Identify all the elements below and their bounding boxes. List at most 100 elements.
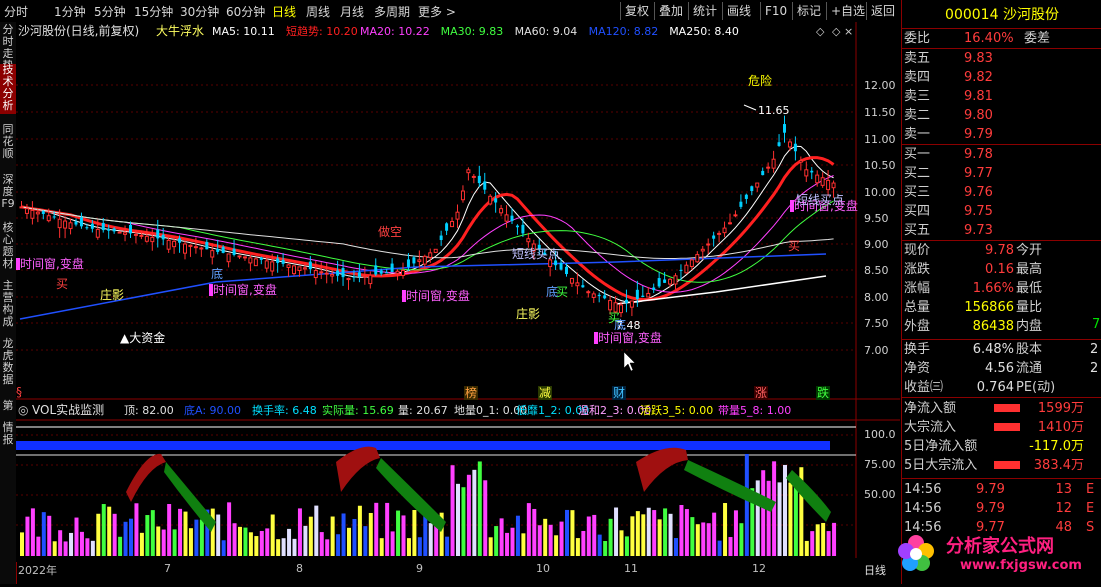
candle-body bbox=[24, 208, 29, 214]
restore-button[interactable]: 复权 bbox=[620, 2, 653, 20]
tab-more[interactable]: 更多 > bbox=[418, 3, 456, 20]
candle-body bbox=[139, 234, 144, 237]
stat-row[interactable]: 净资 4.56 流通 2 bbox=[902, 359, 1101, 378]
tick-row[interactable]: 14:56 9.79 13 E bbox=[902, 480, 1101, 499]
vol-bar bbox=[336, 534, 341, 556]
vol-bar bbox=[456, 483, 460, 556]
vol-bar bbox=[733, 510, 738, 556]
sidebar-tab-ths[interactable]: 同花顺 bbox=[0, 124, 16, 162]
kline-chart-svg[interactable]: 12.00 11.50 11.00 10.50 10.00 9.50 9.00 … bbox=[16, 22, 900, 562]
ask-label: 卖二 bbox=[904, 108, 931, 123]
stat-row[interactable]: 总量 156866 量比 bbox=[902, 298, 1101, 317]
candle-body bbox=[422, 255, 427, 265]
tab-daily[interactable]: 日线 bbox=[272, 3, 296, 20]
vol-bar bbox=[505, 532, 510, 556]
event-tag: 涨 bbox=[755, 385, 767, 400]
candle-body bbox=[374, 265, 378, 275]
bid-row[interactable]: 买四 9.75 bbox=[902, 202, 1101, 221]
vol-bar bbox=[777, 482, 782, 556]
sidebar-tab-intel[interactable]: 情报 bbox=[0, 422, 16, 450]
stat-row[interactable]: 涨跌 0.16 最高 bbox=[902, 260, 1101, 279]
ask-row[interactable]: 卖三 9.81 bbox=[902, 87, 1101, 106]
vol-legend-item: 换手率: 6.48 bbox=[252, 403, 317, 417]
draw-button[interactable]: 画线 bbox=[722, 2, 755, 20]
stat-row[interactable]: 收益㈢ 0.764 PE(动) bbox=[902, 378, 1101, 397]
vol-bar bbox=[674, 538, 678, 556]
stat-label: 最低 bbox=[1016, 281, 1043, 296]
candle-body bbox=[689, 259, 694, 268]
event-tag: 榜 bbox=[465, 385, 477, 400]
vol-bar bbox=[488, 537, 493, 556]
sidebar-tab-lhb[interactable]: 龙虎数据 bbox=[0, 338, 16, 388]
bid-row[interactable]: 买二 9.77 bbox=[902, 164, 1101, 183]
candle-body bbox=[63, 220, 68, 229]
vol-bar bbox=[548, 524, 553, 556]
stat-row[interactable]: 现价 9.78 今开 bbox=[902, 241, 1101, 260]
tab-60min[interactable]: 60分钟 bbox=[226, 3, 265, 20]
stat-row[interactable]: 换手 6.48% 股本 2 bbox=[902, 340, 1101, 359]
ask-row[interactable]: 卖四 9.82 bbox=[902, 68, 1101, 87]
candle-body bbox=[439, 235, 443, 241]
back-button[interactable]: 返回 bbox=[866, 2, 899, 20]
tab-30min[interactable]: 30分钟 bbox=[180, 3, 219, 20]
tab-weekly[interactable]: 周线 bbox=[306, 3, 330, 20]
tab-5min[interactable]: 5分钟 bbox=[94, 3, 126, 20]
add-favorite-button[interactable]: +自选 bbox=[826, 2, 869, 20]
candle-body bbox=[216, 248, 220, 252]
tab-fenshi[interactable]: 分时 bbox=[4, 3, 28, 20]
vol-bar bbox=[690, 517, 695, 556]
flow-row[interactable]: 5日净流入额 -117.0万 bbox=[902, 437, 1101, 456]
flow-row[interactable]: 大宗流入 1410万 bbox=[902, 418, 1101, 437]
vol-bar bbox=[379, 538, 384, 556]
vol-bar bbox=[58, 530, 63, 556]
sidebar-tab-di[interactable]: 第 bbox=[0, 400, 16, 416]
candle-body bbox=[330, 273, 335, 277]
flow-label: 5日净流入额 bbox=[904, 439, 978, 454]
sidebar-tab-depth[interactable]: 深度F9 bbox=[0, 174, 16, 214]
event-tag: 减 bbox=[539, 386, 551, 400]
vol-bar bbox=[723, 503, 728, 556]
stats-button[interactable]: 统计 bbox=[688, 2, 721, 20]
candle-body bbox=[510, 215, 514, 222]
sidebar-tab-tech[interactable]: 技术分析 bbox=[0, 64, 16, 114]
tab-15min[interactable]: 15分钟 bbox=[134, 3, 173, 20]
tick-row[interactable]: 14:56 9.79 12 E bbox=[902, 499, 1101, 518]
mark-button[interactable]: 标记 bbox=[792, 2, 825, 20]
ask-row[interactable]: 卖五 9.83 bbox=[902, 49, 1101, 68]
bid-row[interactable]: 买一 9.78 bbox=[902, 145, 1101, 164]
sidebar-tab-theme[interactable]: 核心题材 bbox=[0, 222, 16, 272]
tab-multi-period[interactable]: 多周期 bbox=[374, 3, 410, 20]
candle-body bbox=[226, 253, 231, 263]
bid-row[interactable]: 买五 9.73 bbox=[902, 221, 1101, 240]
candle-body bbox=[336, 270, 340, 276]
vol-bar bbox=[575, 538, 580, 556]
sidebar-tab-business[interactable]: 主营构成 bbox=[0, 280, 16, 330]
ask-row[interactable]: 卖二 9.80 bbox=[902, 106, 1101, 125]
overlay-button[interactable]: 叠加 bbox=[654, 2, 687, 20]
f10-button[interactable]: F10 bbox=[760, 2, 791, 20]
vol-bar bbox=[614, 507, 619, 556]
vol-bar bbox=[657, 519, 662, 556]
stat-row[interactable]: 涨幅 1.66% 最低 bbox=[902, 279, 1101, 298]
flow-row[interactable]: 净流入额 1599万 bbox=[902, 399, 1101, 418]
price-tick-label: 9.50 bbox=[864, 212, 889, 225]
vol-bar bbox=[199, 519, 204, 556]
flow-label: 净流入额 bbox=[904, 401, 957, 416]
vol-bar bbox=[821, 522, 826, 556]
bid-row[interactable]: 买三 9.76 bbox=[902, 183, 1101, 202]
date-label: 10 bbox=[536, 562, 550, 575]
kline-chart-area[interactable]: 12.00 11.50 11.00 10.50 10.00 9.50 9.00 … bbox=[16, 22, 900, 562]
stat-row[interactable]: 外盘 86438 内盘 bbox=[902, 317, 1101, 336]
window-label: 时间窗,变盘 bbox=[213, 282, 277, 297]
vol-bar bbox=[107, 506, 112, 556]
tick-side: E bbox=[1086, 501, 1095, 516]
ask-row[interactable]: 卖一 9.79 bbox=[902, 125, 1101, 144]
stat-label: 最高 bbox=[1016, 262, 1043, 277]
flow-row[interactable]: 5日大宗流入 383.4万 bbox=[902, 456, 1101, 475]
indicator-name: 大牛浮水 bbox=[156, 23, 204, 38]
period-toolbar: 分时 1分钟 5分钟 15分钟 30分钟 60分钟 日线 周线 月线 多周期 更… bbox=[0, 0, 900, 23]
tab-monthly[interactable]: 月线 bbox=[340, 3, 364, 20]
vol-bar bbox=[112, 513, 117, 556]
tab-1min[interactable]: 1分钟 bbox=[54, 3, 86, 20]
candle-body bbox=[237, 255, 242, 258]
